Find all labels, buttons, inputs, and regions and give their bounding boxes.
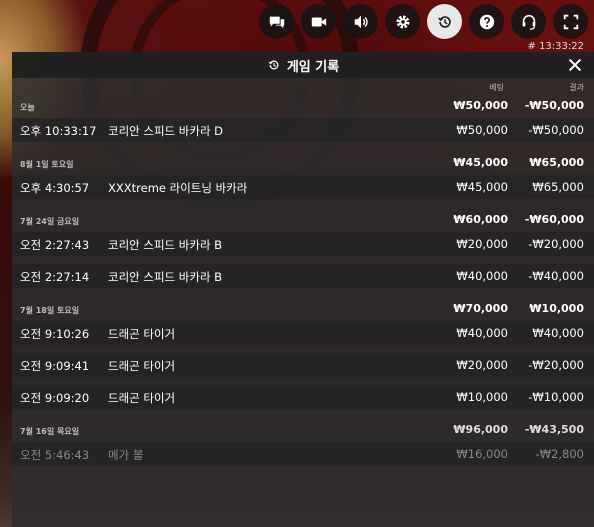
row-bet: ₩16,000: [456, 447, 508, 461]
group-date: 8월 1일 토요일: [20, 160, 74, 169]
row-game: 코리안 스피드 바카라 B: [108, 238, 223, 252]
row-result: -₩40,000: [528, 269, 584, 283]
group-header: 7월 24일 금요일 ₩60,000 -₩60,000: [12, 208, 594, 232]
history-row[interactable]: 오후 10:33:17 코리안 스피드 바카라 D ₩50,000 -₩50,0…: [12, 118, 594, 142]
row-result: -₩20,000: [528, 237, 584, 251]
history-row[interactable]: 오전 9:09:20 드래곤 타이거 ₩10,000 -₩10,000: [12, 385, 594, 409]
video-icon: [311, 17, 326, 26]
group-result-total: -₩43,500: [524, 423, 584, 436]
row-time: 오후 10:33:17: [20, 124, 97, 138]
fullscreen-icon: [563, 14, 578, 29]
row-time: 오후 4:30:57: [20, 181, 90, 195]
row-result: -₩10,000: [528, 390, 584, 404]
row-game: XXXtreme 라이트닝 바카라: [108, 181, 248, 195]
settings-button[interactable]: [385, 4, 420, 39]
column-headers: 베팅 결과: [12, 78, 594, 94]
help-button[interactable]: [469, 4, 504, 39]
close-icon: [568, 58, 582, 72]
row-result: -₩50,000: [528, 123, 584, 137]
group-result-total: ₩10,000: [529, 302, 584, 315]
date-group: 8월 1일 토요일 ₩45,000 ₩65,000 오후 4:30:57 XXX…: [12, 151, 594, 199]
row-result: -₩2,800: [535, 447, 584, 461]
chat-button[interactable]: [259, 4, 294, 39]
row-bet: ₩50,000: [456, 123, 508, 137]
column-header-result: 결과: [569, 83, 584, 92]
chat-icon: [269, 16, 284, 28]
row-time: 오전 9:09:41: [20, 359, 90, 373]
clock-readout: # 13:33:22: [527, 41, 584, 52]
group-bet-total: ₩45,000: [453, 156, 508, 169]
row-result: ₩40,000: [532, 326, 584, 340]
history-row[interactable]: 오전 5:46:43 메가 볼 ₩16,000 -₩2,800: [12, 442, 594, 466]
history-icon: [437, 15, 451, 28]
row-time: 오전 5:46:43: [20, 448, 90, 462]
group-result-total: -₩60,000: [524, 213, 584, 226]
help-icon: [479, 14, 494, 29]
date-group: 7월 18일 토요일 ₩70,000 ₩10,000 오전 9:10:26 드래…: [12, 297, 594, 409]
date-group: 7월 16일 목요일 ₩96,000 -₩43,500 오전 5:46:43 메…: [12, 418, 594, 466]
group-date: 7월 16일 목요일: [20, 427, 80, 436]
row-game: 메가 볼: [108, 448, 144, 462]
group-date: 7월 18일 토요일: [20, 306, 80, 315]
row-game: 코리안 스피드 바카라 B: [108, 270, 223, 284]
row-bet: ₩20,000: [456, 358, 508, 372]
history-button[interactable]: [427, 4, 462, 39]
group-bet-total: ₩70,000: [453, 302, 508, 315]
history-row[interactable]: 오전 9:10:26 드래곤 타이거 ₩40,000 ₩40,000: [12, 321, 594, 345]
game-history-panel: 게임 기록 베팅 결과 오늘 ₩50,000 -₩50,000 오후 10:33…: [12, 52, 594, 527]
row-time: 오전 2:27:14: [20, 270, 90, 284]
row-time: 오전 9:09:20: [20, 391, 90, 405]
date-group: 7월 24일 금요일 ₩60,000 -₩60,000 오전 2:27:43 코…: [12, 208, 594, 288]
gear-icon: [396, 15, 409, 28]
group-date: 7월 24일 금요일: [20, 217, 80, 226]
fullscreen-button[interactable]: [553, 4, 588, 39]
sound-button[interactable]: [343, 4, 378, 39]
row-game: 드래곤 타이거: [108, 391, 176, 405]
history-row[interactable]: 오전 2:27:43 코리안 스피드 바카라 B ₩20,000 -₩20,00…: [12, 232, 594, 256]
date-group: 오늘 ₩50,000 -₩50,000 오후 10:33:17 코리안 스피드 …: [12, 94, 594, 142]
row-game: 코리안 스피드 바카라 D: [108, 124, 224, 138]
group-date: 오늘: [20, 103, 35, 112]
row-bet: ₩10,000: [456, 390, 508, 404]
row-result: ₩65,000: [532, 180, 584, 194]
row-result: -₩20,000: [528, 358, 584, 372]
group-result-total: -₩50,000: [524, 99, 584, 112]
group-header: 7월 16일 목요일 ₩96,000 -₩43,500: [12, 418, 594, 442]
row-time: 오전 2:27:43: [20, 238, 90, 252]
row-bet: ₩20,000: [456, 237, 508, 251]
row-bet: ₩40,000: [456, 326, 508, 340]
support-button[interactable]: [511, 4, 546, 39]
group-bet-total: ₩60,000: [453, 213, 508, 226]
top-controls: [259, 4, 588, 39]
row-bet: ₩45,000: [456, 180, 508, 194]
headset-icon: [522, 14, 535, 30]
column-header-bet: 베팅: [489, 83, 504, 92]
group-bet-total: ₩96,000: [453, 423, 508, 436]
history-row[interactable]: 오전 9:09:41 드래곤 타이거 ₩20,000 -₩20,000: [12, 353, 594, 377]
close-button[interactable]: [566, 56, 584, 74]
row-bet: ₩40,000: [456, 269, 508, 283]
video-button[interactable]: [301, 4, 336, 39]
row-game: 드래곤 타이거: [108, 359, 176, 373]
group-header: 오늘 ₩50,000 -₩50,000: [12, 94, 594, 118]
group-header: 7월 18일 토요일 ₩70,000 ₩10,000: [12, 297, 594, 321]
group-header: 8월 1일 토요일 ₩45,000 ₩65,000: [12, 151, 594, 175]
row-game: 드래곤 타이거: [108, 327, 176, 341]
history-row[interactable]: 오전 2:27:14 코리안 스피드 바카라 B ₩40,000 -₩40,00…: [12, 264, 594, 288]
sound-icon: [354, 15, 368, 28]
panel-title-group: 게임 기록: [267, 56, 339, 75]
history-title-icon: [267, 58, 281, 72]
row-time: 오전 9:10:26: [20, 327, 90, 341]
panel-header: 게임 기록: [12, 52, 594, 78]
group-result-total: ₩65,000: [529, 156, 584, 169]
group-bet-total: ₩50,000: [453, 99, 508, 112]
panel-title: 게임 기록: [286, 59, 340, 75]
history-row[interactable]: 오후 4:30:57 XXXtreme 라이트닝 바카라 ₩45,000 ₩65…: [12, 175, 594, 199]
